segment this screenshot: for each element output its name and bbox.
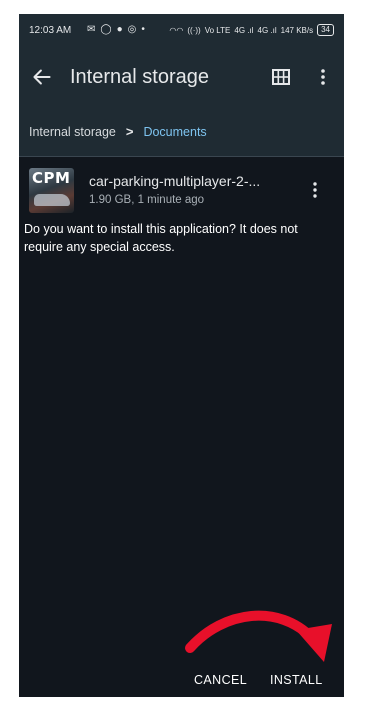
- volte-icon: Vo LTE: [204, 25, 231, 35]
- hotspot-icon: ((·)): [187, 25, 201, 35]
- divider: [19, 156, 344, 157]
- car-image-icon: [34, 194, 70, 206]
- more-notifications-icon: •: [141, 24, 145, 35]
- signal-icon-2: 4G .ıl: [257, 25, 277, 35]
- file-overflow-menu-icon[interactable]: [309, 179, 321, 201]
- apk-thumbnail: CPM: [29, 168, 74, 213]
- battery-icon: 34: [317, 24, 334, 36]
- install-prompt-text: Do you want to install this application?…: [24, 222, 298, 254]
- signal-icon: 4G .ıl: [234, 25, 254, 35]
- breadcrumb-internal-storage[interactable]: Internal storage: [29, 125, 116, 139]
- dialog-actions: CANCEL INSTALL: [19, 669, 344, 695]
- chevron-right-icon: >: [125, 124, 134, 139]
- status-time: 12:03 AM: [29, 25, 72, 36]
- whatsapp-icon: ◯: [100, 24, 112, 35]
- file-name: car-parking-multiplayer-2-...: [89, 173, 261, 189]
- page-title: Internal storage: [70, 66, 209, 88]
- file-meta: 1.90 GB, 1 minute ago: [89, 194, 205, 206]
- breadcrumb-documents[interactable]: Documents: [143, 125, 206, 139]
- chat-icon: ●: [116, 24, 123, 35]
- instagram-icon: ◎: [127, 24, 137, 35]
- status-bar: 12:03 AM ✉ ◯ ● ◎ • ◠◠ ((·)) Vo LTE 4G .ı…: [19, 14, 344, 48]
- network-speed: 147 KB/s: [280, 25, 314, 35]
- install-button[interactable]: INSTALL: [270, 673, 323, 687]
- cancel-button[interactable]: CANCEL: [194, 673, 247, 687]
- grid-view-icon[interactable]: [271, 68, 291, 86]
- headphones-icon: ◠◠: [169, 25, 184, 35]
- system-icons: ◠◠ ((·)) Vo LTE 4G .ıl 4G .ıl 147 KB/s 3…: [169, 24, 334, 36]
- mail-icon: ✉: [87, 24, 96, 35]
- overflow-menu-icon[interactable]: [316, 66, 330, 88]
- phone-screen: 12:03 AM ✉ ◯ ● ◎ • ◠◠ ((·)) Vo LTE 4G .ı…: [19, 14, 344, 697]
- thumbnail-logo: CPM: [32, 169, 71, 187]
- app-bar: Internal storage: [19, 54, 344, 100]
- header-area: 12:03 AM ✉ ◯ ● ◎ • ◠◠ ((·)) Vo LTE 4G .ı…: [19, 14, 344, 156]
- notification-icons: ✉ ◯ ● ◎ •: [87, 24, 145, 35]
- back-arrow-icon[interactable]: [29, 64, 55, 90]
- file-list-item[interactable]: CPM car-parking-multiplayer-2-... 1.90 G…: [19, 164, 344, 214]
- breadcrumb: Internal storage > Documents: [29, 124, 207, 139]
